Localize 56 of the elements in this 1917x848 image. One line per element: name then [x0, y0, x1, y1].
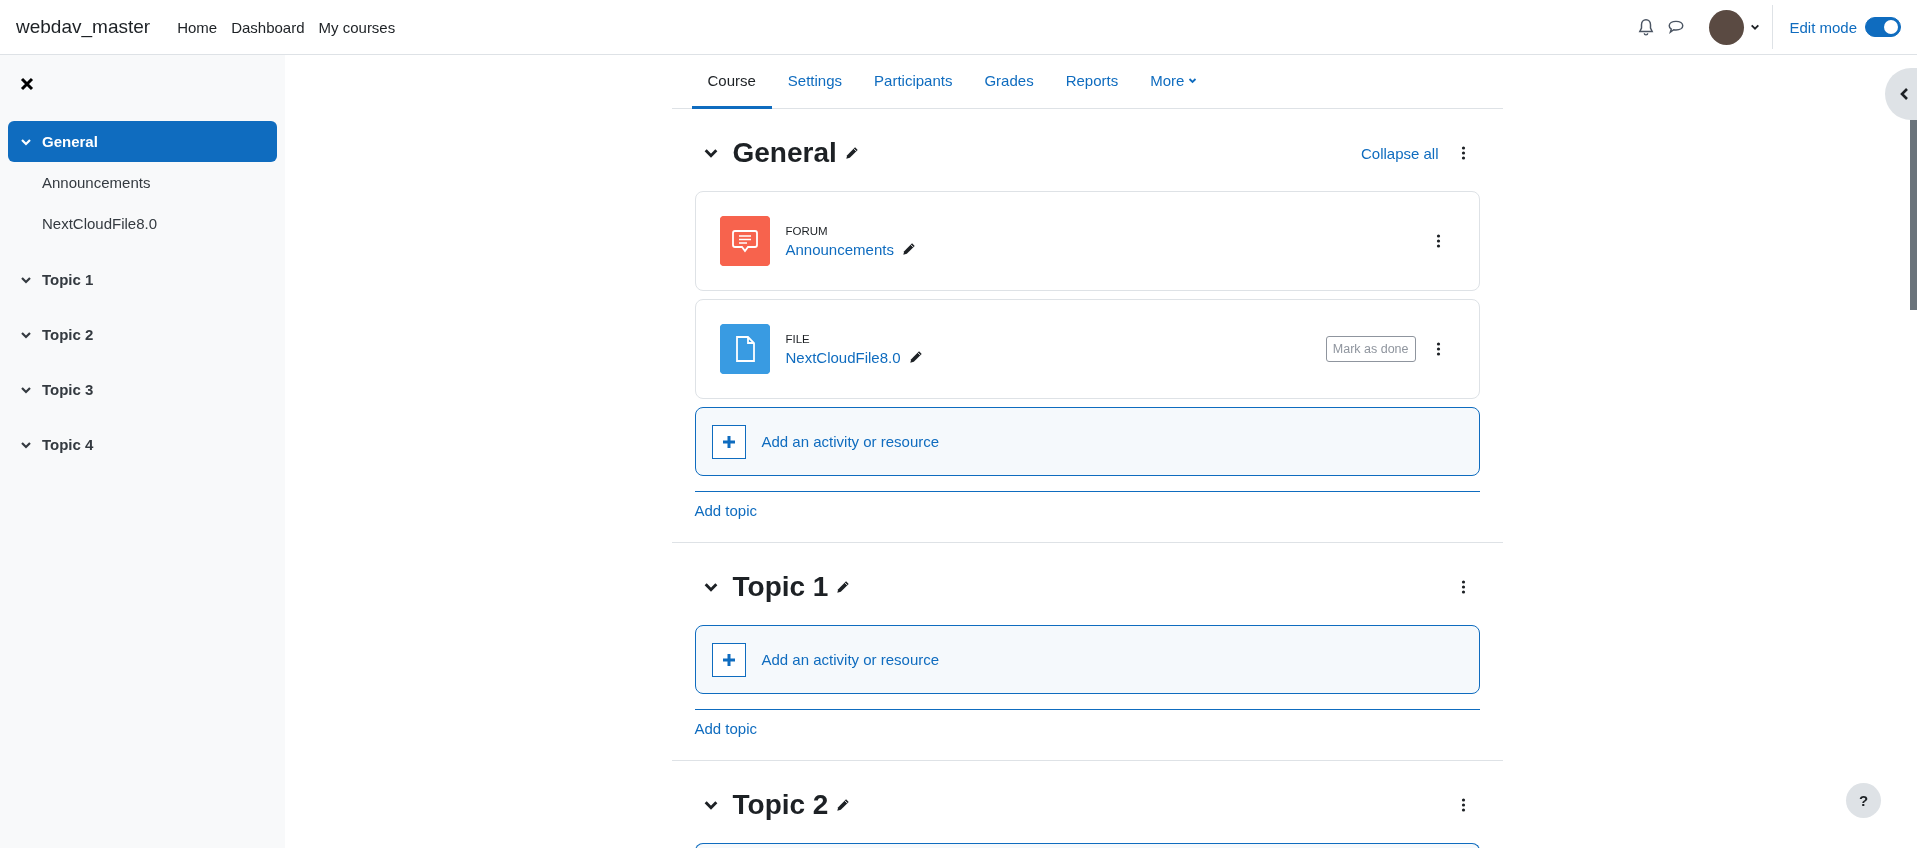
sidebar-activity-item[interactable]: NextCloudFile8.0	[8, 203, 277, 244]
nav-link[interactable]: My courses	[318, 18, 396, 36]
section-title: General	[732, 137, 837, 169]
section-title: Topic 2	[732, 789, 829, 821]
course-tab[interactable]: More	[1134, 55, 1214, 109]
pencil-icon[interactable]	[836, 580, 851, 594]
file-icon	[719, 324, 770, 374]
add-activity-button[interactable]: Add an activity or resource	[694, 407, 1480, 476]
close-icon[interactable]	[20, 77, 34, 91]
more-options-icon[interactable]	[1435, 342, 1441, 356]
edit-mode-label: Edit mode	[1789, 18, 1857, 36]
caret-icon	[1750, 22, 1761, 32]
help-button[interactable]: ?	[1846, 783, 1881, 818]
mark-as-done-button[interactable]: Mark as done	[1325, 336, 1416, 362]
notifications-bell-icon[interactable]	[1637, 18, 1656, 36]
more-options-icon[interactable]	[1435, 234, 1441, 248]
add-topic-link[interactable]: Add topic	[694, 502, 758, 519]
course-tab[interactable]: Grades	[968, 55, 1050, 109]
nav-link[interactable]: Dashboard	[231, 18, 305, 36]
section-title: Topic 1	[732, 571, 829, 603]
plus-icon	[721, 434, 736, 449]
pencil-icon[interactable]	[844, 146, 859, 160]
sidebar-activity-item[interactable]: Announcements	[8, 162, 277, 203]
pencil-icon[interactable]	[836, 798, 851, 812]
user-avatar[interactable]	[1709, 9, 1745, 45]
course-tab[interactable]: Settings	[771, 55, 859, 109]
more-options-icon[interactable]	[1460, 580, 1466, 594]
sidebar-section-item[interactable]: Topic 3	[8, 369, 277, 410]
collapse-all-link[interactable]: Collapse all	[1360, 144, 1439, 162]
drawer-toggle-button[interactable]	[1885, 68, 1917, 120]
chevron-left-icon	[1898, 87, 1910, 101]
add-topic-link[interactable]: Add topic	[694, 720, 758, 737]
activity-type: FORUM	[785, 224, 829, 237]
activity-link[interactable]: Announcements	[785, 240, 894, 258]
pencil-icon[interactable]	[908, 350, 923, 364]
course-tab[interactable]: Course	[691, 55, 772, 109]
nav-link[interactable]: Home	[177, 18, 218, 36]
sidebar-section-item[interactable]: Topic 2	[8, 314, 277, 355]
chat-bubble-icon[interactable]	[1667, 18, 1686, 36]
sidebar-section-item[interactable]: General	[8, 121, 277, 162]
add-activity-button[interactable]: Add an activity or resource	[694, 625, 1480, 694]
sidebar-section-item[interactable]: Topic 4	[8, 424, 277, 465]
edit-mode-toggle[interactable]	[1865, 17, 1901, 37]
site-name[interactable]: webdav_master	[16, 16, 151, 38]
more-options-icon[interactable]	[1460, 146, 1466, 160]
pencil-icon[interactable]	[901, 242, 916, 256]
scrollbar-thumb[interactable]	[1910, 120, 1917, 310]
activity-type: FILE	[785, 332, 811, 345]
forum-icon	[719, 216, 770, 266]
activity-link[interactable]: NextCloudFile8.0	[785, 348, 901, 366]
plus-icon	[721, 652, 736, 667]
course-tab[interactable]: Participants	[858, 55, 969, 109]
caret-icon	[1188, 76, 1198, 85]
sidebar-section-item[interactable]: Topic 1	[8, 259, 277, 300]
course-tab[interactable]: Reports	[1049, 55, 1135, 109]
more-options-icon[interactable]	[1460, 798, 1466, 812]
